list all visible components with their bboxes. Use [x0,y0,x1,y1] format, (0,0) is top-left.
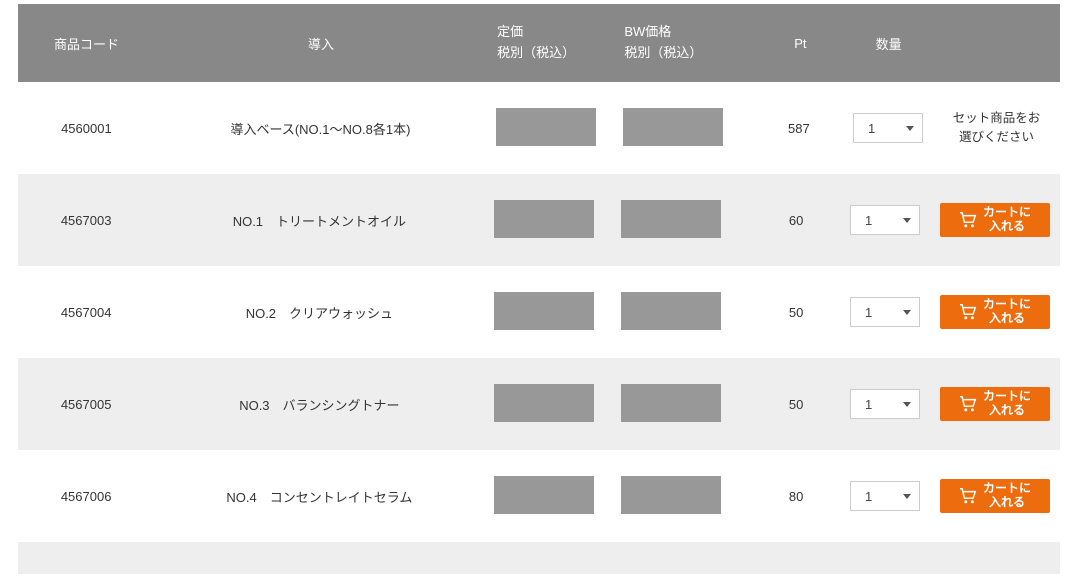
add-to-cart-button[interactable]: カートに入れる [940,479,1050,513]
product-table: 商品コード 導入 定価税別（税込） BW価格税別（税込） Pt 数量 45600… [18,4,1060,574]
cell-bwprice [611,200,752,241]
bwprice-hidden-box [623,108,723,146]
cell-price [484,200,611,241]
header-qty: 数量 [844,34,932,53]
cell-pt: 80 [752,489,840,504]
add-to-cart-button[interactable]: カートに入れる [940,295,1050,329]
add-to-cart-button[interactable]: カートに入れる [940,203,1050,237]
cell-code: 4560001 [18,121,155,136]
next-row-peek [18,542,1060,574]
cart-icon [959,304,977,320]
cell-qty: 1 [840,205,930,235]
cell-action: カートに入れる [930,203,1060,237]
quantity-value: 1 [865,397,872,412]
cart-icon [959,488,977,504]
table-row: 4567003 NO.1 トリートメントオイル 60 1 カートに入れ [18,174,1060,266]
cart-icon [959,212,977,228]
cell-code: 4567004 [18,305,154,320]
cell-name: NO.2 クリアウォッシュ [154,303,484,322]
price-hidden-box [494,200,594,238]
cart-button-label: カートに入れる [983,298,1031,326]
quantity-select[interactable]: 1 [850,205,920,235]
price-hidden-box [494,292,594,330]
header-bwprice: BW価格税別（税込） [614,22,756,64]
quantity-select[interactable]: 1 [850,389,920,419]
cell-pt: 587 [755,121,843,136]
cell-name: NO.1 トリートメントオイル [154,211,484,230]
cell-action: カートに入れる [930,387,1060,421]
chevron-down-icon [903,402,911,407]
quantity-value: 1 [865,213,872,228]
cell-code: 4567003 [18,213,154,228]
set-product-message: セット商品をお選びください [953,109,1041,147]
chevron-down-icon [903,494,911,499]
bwprice-hidden-box [621,384,721,422]
table-row: 4567006 NO.4 コンセントレイトセラム 80 1 カートに入 [18,450,1060,542]
cell-action: セット商品をお選びください [933,109,1060,147]
cell-bwprice [611,476,752,517]
cell-qty: 1 [843,113,933,143]
cell-name: NO.4 コンセントレイトセラム [154,487,484,506]
price-hidden-box [496,108,596,146]
quantity-select[interactable]: 1 [850,297,920,327]
cell-bwprice [611,384,752,425]
quantity-value: 1 [865,305,872,320]
cell-code: 4567006 [18,489,154,504]
cell-bwprice [613,108,755,149]
bwprice-hidden-box [621,292,721,330]
cell-name: 導入ベース(NO.1〜NO.8各1本) [155,119,486,138]
chevron-down-icon [906,126,914,131]
cell-action: カートに入れる [930,479,1060,513]
table-row: 4560001 導入ベース(NO.1〜NO.8各1本) 587 1 セット商品を… [18,82,1060,174]
cell-price [484,476,611,517]
cell-pt: 50 [752,397,840,412]
cell-action: カートに入れる [930,295,1060,329]
header-code: 商品コード [18,34,155,53]
header-name: 導入 [155,34,487,53]
chevron-down-icon [903,310,911,315]
bwprice-hidden-box [621,476,721,514]
cell-name: NO.3 バランシングトナー [154,395,484,414]
cell-price [484,384,611,425]
header-pt: Pt [756,36,844,51]
cell-qty: 1 [840,481,930,511]
quantity-value: 1 [868,121,875,136]
price-hidden-box [494,384,594,422]
cart-button-label: カートに入れる [983,206,1031,234]
table-row: 4567004 NO.2 クリアウォッシュ 50 1 カートに入れる [18,266,1060,358]
price-hidden-box [494,476,594,514]
cell-pt: 60 [752,213,840,228]
header-price: 定価税別（税込） [487,22,614,64]
add-to-cart-button[interactable]: カートに入れる [940,387,1050,421]
quantity-select[interactable]: 1 [850,481,920,511]
quantity-value: 1 [865,489,872,504]
cell-code: 4567005 [18,397,154,412]
cell-bwprice [611,292,752,333]
cart-icon [959,396,977,412]
cell-price [486,108,613,149]
quantity-select[interactable]: 1 [853,113,923,143]
table-header-row: 商品コード 導入 定価税別（税込） BW価格税別（税込） Pt 数量 [18,4,1060,82]
chevron-down-icon [903,218,911,223]
cell-pt: 50 [752,305,840,320]
cell-qty: 1 [840,297,930,327]
cell-price [484,292,611,333]
table-row: 4567005 NO.3 バランシングトナー 50 1 カートに入れる [18,358,1060,450]
cell-qty: 1 [840,389,930,419]
bwprice-hidden-box [621,200,721,238]
cart-button-label: カートに入れる [983,390,1031,418]
cart-button-label: カートに入れる [983,482,1031,510]
